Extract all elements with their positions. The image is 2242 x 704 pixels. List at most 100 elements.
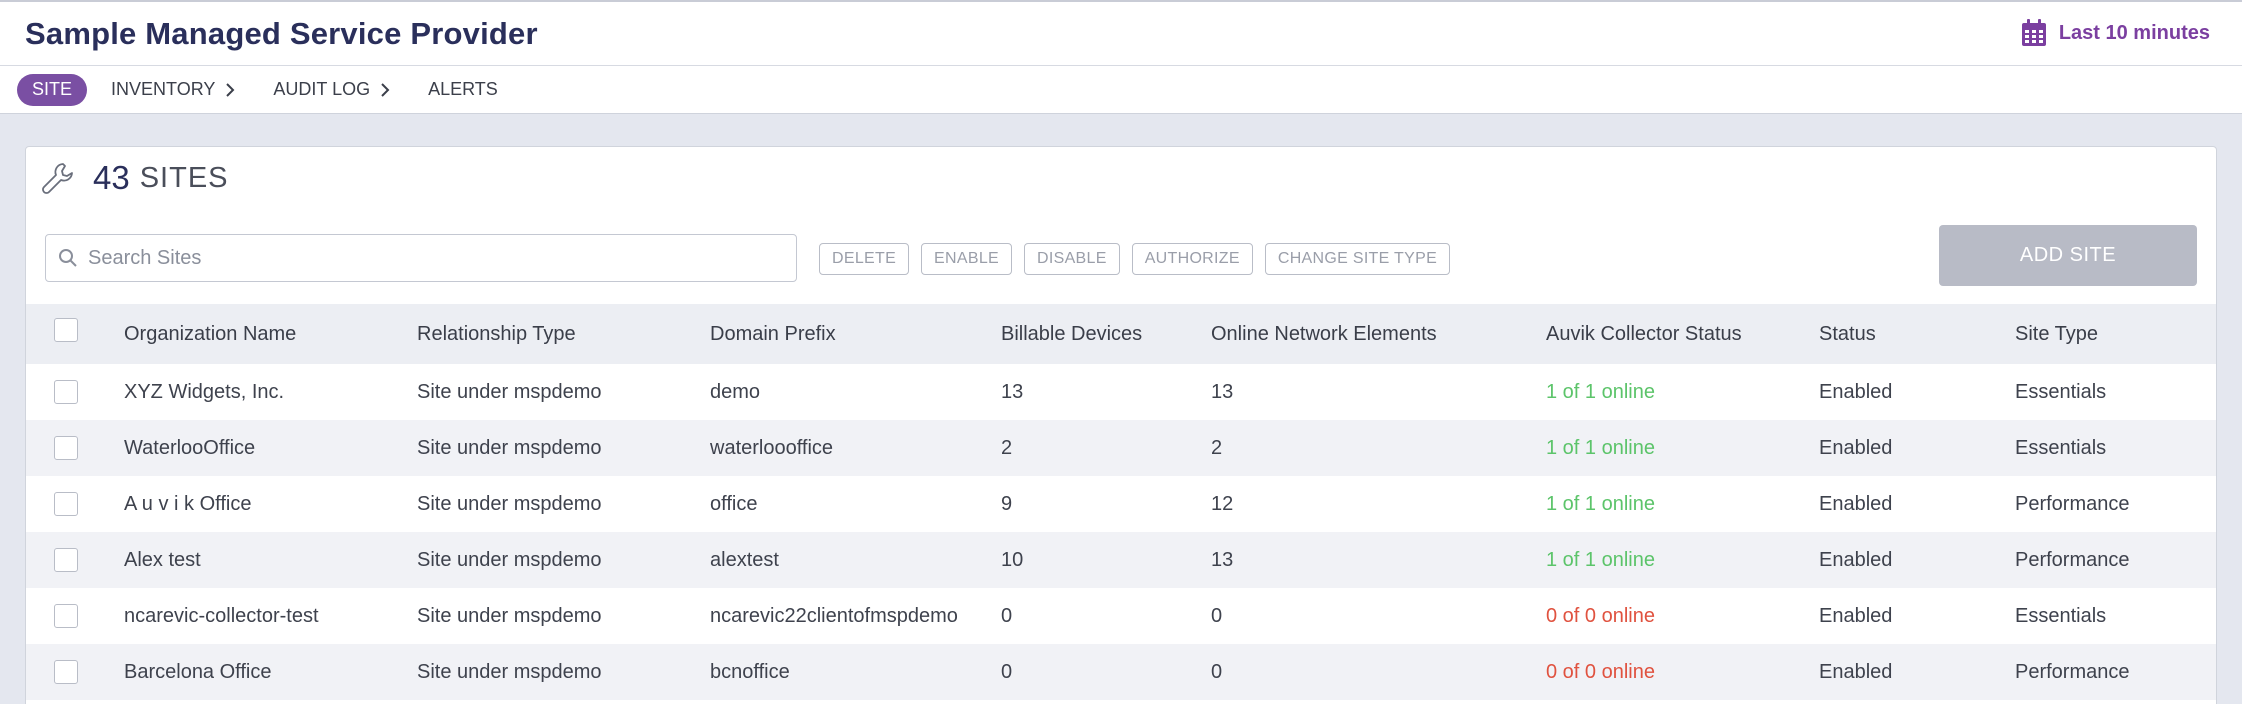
online-network-elements: 13 [1211, 548, 1234, 571]
billable-devices: 13 [1001, 380, 1024, 403]
authorize-button[interactable]: AUTHORIZE [1131, 243, 1253, 275]
site-status: Enabled [1819, 380, 1893, 403]
relationship-type: Site under mspdemo [417, 492, 602, 515]
site-status: Enabled [1819, 660, 1893, 683]
delete-button[interactable]: DELETE [819, 243, 910, 275]
table-row[interactable]: Barcelona Office Site under mspdemo bcno… [26, 644, 2216, 700]
domain-prefix: office [710, 492, 758, 515]
tab-label: ALERTS [428, 79, 498, 99]
site-type: Performance [2015, 660, 2130, 683]
add-site-button[interactable]: ADD SITE [1939, 225, 2197, 286]
bulk-actions: DELETE ENABLE DISABLE AUTHORIZE CHANGE S… [819, 243, 1451, 275]
online-network-elements: 13 [1211, 380, 1234, 403]
tab-inventory[interactable]: INVENTORY [111, 74, 235, 106]
org-name[interactable]: WaterlooOffice [124, 420, 255, 476]
billable-devices: 0 [1001, 660, 1013, 683]
relationship-type: Site under mspdemo [417, 660, 602, 683]
nav-bar: SITE INVENTORY AUDIT LOG ALERTS [0, 66, 2242, 114]
chevron-right-icon [226, 82, 235, 97]
sites-table: Organization Name Relationship Type Doma… [26, 304, 2216, 700]
time-range-selector[interactable]: Last 10 minutes [2021, 19, 2210, 47]
sites-panel: 43 SITES DELETE ENABLE DISABLE AUTHORIZE… [25, 146, 2217, 704]
domain-prefix: ncarevic22clientofmspdemo [710, 604, 958, 627]
page-title: Sample Managed Service Provider [25, 16, 538, 51]
row-checkbox[interactable] [54, 604, 78, 628]
tab-audit-log[interactable]: AUDIT LOG [273, 74, 390, 106]
site-type: Essentials [2015, 380, 2107, 403]
relationship-type: Site under mspdemo [417, 604, 602, 627]
online-network-elements: 0 [1211, 660, 1223, 683]
wrench-icon [42, 163, 73, 194]
collector-status: 0 of 0 online [1546, 660, 1655, 683]
change-site-type-button[interactable]: CHANGE SITE TYPE [1264, 243, 1451, 275]
billable-devices: 10 [1001, 548, 1024, 571]
site-status: Enabled [1819, 604, 1893, 627]
domain-prefix: alextest [710, 548, 779, 571]
search-box[interactable] [45, 234, 797, 282]
row-checkbox[interactable] [54, 492, 78, 516]
time-range-label: Last 10 minutes [2058, 21, 2210, 44]
table-row[interactable]: XYZ Widgets, Inc. Site under mspdemo dem… [26, 364, 2216, 420]
column-header[interactable]: Online Network Elements [1211, 304, 1437, 364]
panel-header: 43 SITES [41, 159, 229, 197]
collector-status: 1 of 1 online [1546, 492, 1655, 515]
row-checkbox[interactable] [54, 660, 78, 684]
online-network-elements: 2 [1211, 436, 1223, 459]
domain-prefix: bcnoffice [710, 660, 790, 683]
collector-status: 1 of 1 online [1546, 548, 1655, 571]
calendar-icon [2021, 19, 2046, 46]
site-status: Enabled [1819, 548, 1893, 571]
site-count-label: SITES [139, 161, 229, 194]
relationship-type: Site under mspdemo [417, 436, 602, 459]
billable-devices: 2 [1001, 436, 1013, 459]
search-icon [59, 249, 77, 267]
org-name[interactable]: Alex test [124, 532, 201, 588]
online-network-elements: 0 [1211, 604, 1223, 627]
collector-status: 1 of 1 online [1546, 436, 1655, 459]
org-name[interactable]: Barcelona Office [124, 644, 272, 700]
table-row[interactable]: ncarevic-collector-test Site under mspde… [26, 588, 2216, 644]
billable-devices: 0 [1001, 604, 1013, 627]
billable-devices: 9 [1001, 492, 1013, 515]
collector-status: 0 of 0 online [1546, 604, 1655, 627]
select-all-checkbox[interactable] [54, 318, 78, 342]
column-header[interactable]: Auvik Collector Status [1546, 304, 1742, 364]
relationship-type: Site under mspdemo [417, 548, 602, 571]
row-checkbox[interactable] [54, 380, 78, 404]
tab-label: INVENTORY [111, 79, 216, 99]
site-status: Enabled [1819, 436, 1893, 459]
column-header[interactable]: Relationship Type [417, 304, 576, 364]
column-header[interactable]: Site Type [2015, 304, 2098, 364]
row-checkbox[interactable] [54, 548, 78, 572]
org-name[interactable]: XYZ Widgets, Inc. [124, 364, 284, 420]
tab-site[interactable]: SITE [17, 73, 88, 106]
table-header: Organization Name Relationship Type Doma… [26, 304, 2216, 364]
online-network-elements: 12 [1211, 492, 1234, 515]
search-input[interactable] [88, 246, 768, 270]
table-row[interactable]: A u v i k Office Site under mspdemo offi… [26, 476, 2216, 532]
disable-button[interactable]: DISABLE [1024, 243, 1120, 275]
tab-label: SITE [32, 79, 73, 99]
site-type: Essentials [2015, 436, 2107, 459]
site-type: Performance [2015, 492, 2130, 515]
table-row[interactable]: WaterlooOffice Site under mspdemo waterl… [26, 420, 2216, 476]
column-header[interactable]: Domain Prefix [710, 304, 836, 364]
collector-status: 1 of 1 online [1546, 380, 1655, 403]
tab-alerts[interactable]: ALERTS [428, 74, 498, 106]
chevron-right-icon [381, 82, 390, 97]
row-checkbox[interactable] [54, 436, 78, 460]
org-name[interactable]: A u v i k Office [124, 476, 251, 532]
column-header[interactable]: Billable Devices [1001, 304, 1142, 364]
site-status: Enabled [1819, 492, 1893, 515]
relationship-type: Site under mspdemo [417, 380, 602, 403]
site-type: Essentials [2015, 604, 2107, 627]
org-name[interactable]: ncarevic-collector-test [124, 588, 319, 644]
site-count: 43 [93, 159, 130, 196]
table-row[interactable]: Alex test Site under mspdemo alextest 10… [26, 532, 2216, 588]
column-header[interactable]: Organization Name [124, 304, 296, 364]
domain-prefix: demo [710, 380, 761, 403]
column-header[interactable]: Status [1819, 304, 1876, 364]
enable-button[interactable]: ENABLE [921, 243, 1012, 275]
domain-prefix: waterloooffice [710, 436, 834, 459]
top-bar: Sample Managed Service Provider Last 10 … [0, 0, 2242, 66]
